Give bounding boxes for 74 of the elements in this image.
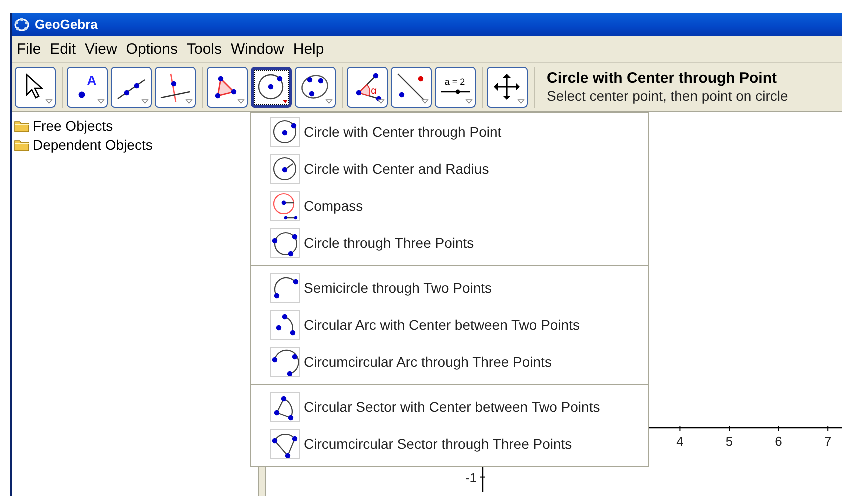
- menu-option[interactable]: Circle with Center and Radius: [304, 161, 490, 177]
- cursor-icon: [26, 73, 44, 98]
- tool-button[interactable]: [155, 66, 196, 108]
- menu-option[interactable]: Circular Arc with Center between Two Points: [304, 317, 580, 333]
- caret-icon: [283, 100, 288, 103]
- app-logo-icon: [14, 16, 30, 32]
- slider-icon: [441, 89, 470, 94]
- folder-icon: [14, 120, 30, 132]
- menu-item[interactable]: File: [14, 40, 48, 58]
- circle-radius-icon: [273, 157, 297, 181]
- caret-icon: [186, 99, 193, 104]
- tool-button[interactable]: a = 2: [435, 66, 476, 108]
- folder-item[interactable]: Free Objects: [33, 118, 114, 134]
- icon-label: α: [371, 86, 377, 96]
- tick-label: -1: [465, 470, 477, 486]
- menu-item[interactable]: Help: [290, 40, 330, 58]
- tick-label: 5: [726, 434, 734, 449]
- caret-icon: [326, 99, 333, 104]
- caret-icon: [46, 99, 53, 104]
- menu-item[interactable]: View: [82, 40, 124, 58]
- caret-icon: [518, 99, 525, 104]
- tool-button[interactable]: α: [347, 66, 388, 108]
- folder-icon: [14, 138, 30, 152]
- point-icon: [78, 91, 86, 98]
- tool-button[interactable]: [487, 66, 528, 108]
- icon-label: a = 2: [444, 76, 466, 86]
- menu-option[interactable]: Semicircle through Two Points: [304, 280, 492, 296]
- tool-button[interactable]: [295, 66, 336, 108]
- line-icon: [118, 79, 146, 99]
- menu-option[interactable]: Circumcircular Sector through Three Points: [304, 436, 572, 452]
- circle-icon: [258, 74, 284, 100]
- tool-button[interactable]: [391, 66, 432, 108]
- compass-icon: [273, 193, 298, 220]
- caret-icon: [378, 99, 385, 104]
- tick-label: 6: [775, 434, 782, 449]
- caret-icon: [142, 99, 149, 104]
- menu-option[interactable]: Circle with Center through Point: [304, 124, 502, 140]
- move-arrows-icon: [494, 74, 520, 100]
- arc-icon: [276, 314, 296, 336]
- tool-button[interactable]: A: [67, 66, 108, 108]
- ellipse-icon: [302, 74, 328, 98]
- tick-label: 7: [824, 434, 832, 449]
- folder-item[interactable]: Dependent Objects: [33, 137, 153, 153]
- menu-option[interactable]: Circle through Three Points: [304, 235, 474, 251]
- menu-option[interactable]: Compass: [304, 198, 364, 214]
- menu-option[interactable]: Circular Sector with Center between Two Points: [304, 399, 600, 415]
- circle-icon: [273, 120, 297, 144]
- perpendicular-icon: [160, 73, 190, 102]
- caret-icon: [422, 99, 429, 104]
- tool-button[interactable]: [111, 66, 152, 108]
- menu-option[interactable]: Circumcircular Arc through Three Points: [304, 354, 552, 370]
- window-title: GeoGebra: [35, 17, 98, 32]
- icon-label: A: [87, 72, 97, 88]
- semicircle-icon: [274, 277, 299, 299]
- caret-icon: [238, 99, 245, 104]
- triangle-icon: [215, 76, 237, 98]
- circle-icon: [272, 232, 298, 257]
- line-point-icon: [398, 73, 426, 101]
- angle-icon: [356, 72, 382, 102]
- tool-button[interactable]: [15, 66, 56, 108]
- menu-item[interactable]: Options: [123, 40, 184, 58]
- sector-icon: [272, 434, 298, 458]
- menu-item[interactable]: Window: [228, 40, 290, 58]
- menu-item[interactable]: Tools: [184, 40, 228, 58]
- menu-item[interactable]: Edit: [47, 40, 82, 58]
- caret-icon: [466, 99, 473, 104]
- sector-icon: [274, 396, 294, 421]
- tool-name: Circle with Center through Point: [547, 70, 778, 87]
- arc-icon: [272, 350, 299, 376]
- tool-button[interactable]: [207, 66, 248, 108]
- caret-icon: [98, 99, 105, 104]
- tool-button[interactable]: [251, 66, 292, 108]
- tick-label: 4: [676, 434, 684, 449]
- tool-hint: Select center point, then point on circle: [547, 88, 788, 104]
